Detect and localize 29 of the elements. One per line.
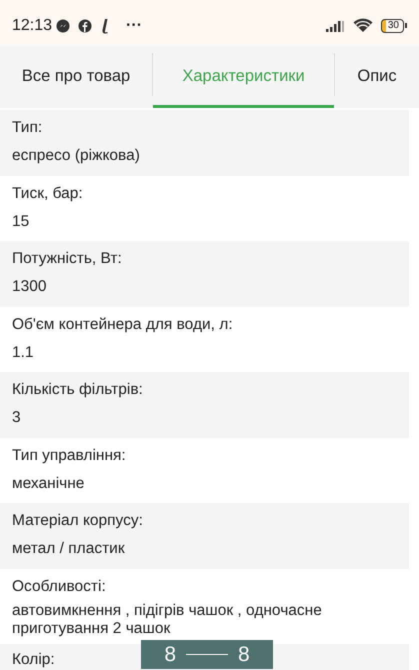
spec-value: механічне	[12, 474, 86, 494]
spec-value: еспресо (ріжкова)	[12, 146, 141, 166]
spec-label: Тип управління:	[12, 446, 127, 466]
tab[interactable]: Все про товар	[0, 45, 152, 108]
spec-label: Особливості:	[12, 576, 107, 596]
page-number: 8	[164, 642, 176, 668]
clock: 12:13	[12, 16, 52, 36]
spec-value: автовимкнення , підігрів чашок , одночасне приготування 2 чашок	[12, 602, 323, 638]
more-icon: ···	[126, 14, 142, 38]
wifi-icon	[352, 18, 373, 33]
battery-icon: 30	[380, 18, 407, 32]
app-icon	[100, 18, 110, 34]
tab[interactable]: Опис	[335, 45, 419, 108]
spec-value: 15	[12, 212, 30, 232]
signal-icon	[324, 20, 345, 32]
spec-label: Тип:	[12, 118, 44, 138]
spec-label: Потужність, Вт:	[12, 249, 123, 269]
spec-label: Кількість фільтрів:	[12, 380, 144, 400]
spec-value: метал / пластик	[12, 539, 126, 559]
page-number: 8	[238, 642, 250, 668]
spec-label: Тиск, бар:	[12, 184, 84, 204]
messenger-icon	[56, 18, 70, 32]
facebook-icon	[78, 18, 92, 32]
spec-label: Колір:	[12, 650, 55, 670]
spec-label: Об'єм контейнера для води, л:	[12, 314, 234, 334]
spec-label: Матеріал корпусу:	[12, 511, 144, 531]
spec-value: 1.1	[12, 342, 35, 362]
spec-value: 1300	[12, 277, 48, 297]
spec-value: 3	[12, 408, 22, 428]
